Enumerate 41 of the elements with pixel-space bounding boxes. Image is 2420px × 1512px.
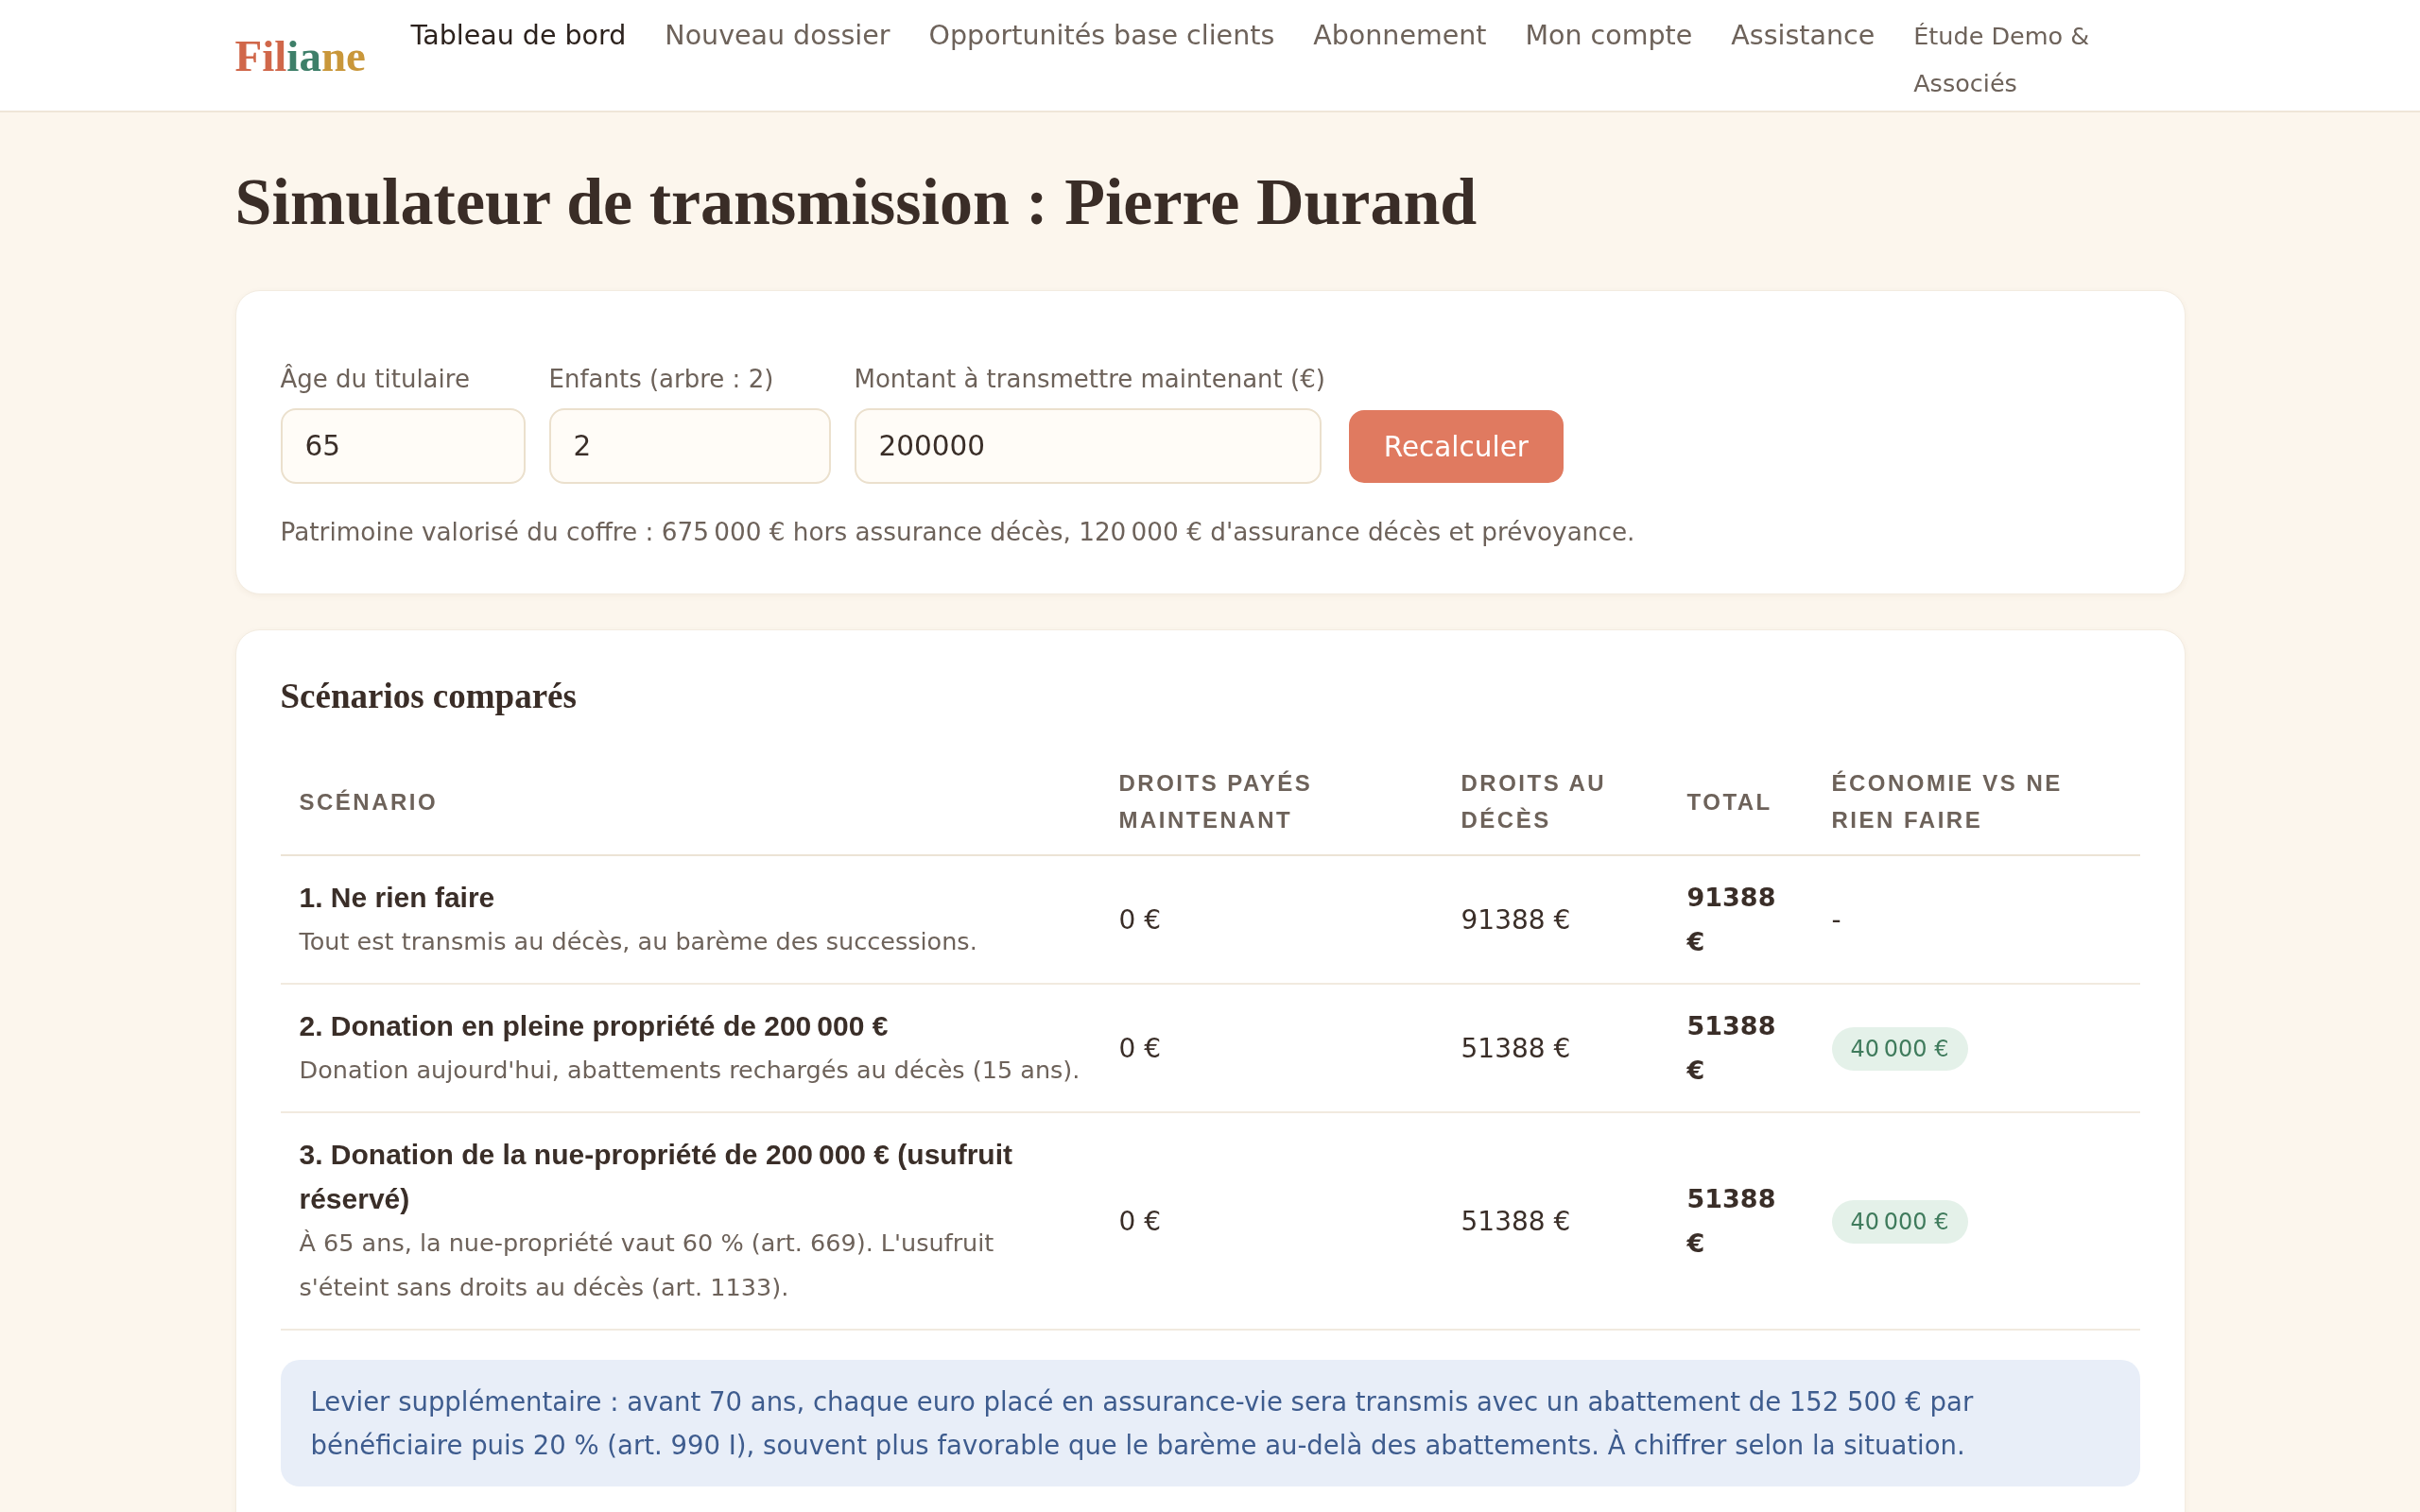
summary-text: Patrimoine valorisé du coffre : 675 000 € hors assurance décès, 120 000 € d'assurance décès et prévoyance.	[280, 517, 1636, 548]
nav-link[interactable]: Nouveau dossier	[665, 11, 890, 60]
scenario-title: 3. Donation de la nue-propriété de 200 000 € (usufruit réservé)	[299, 1138, 1013, 1216]
column-header: ÉCONOMIE VS NE RIEN FAIRE	[1812, 748, 2140, 855]
table-cell: 51388 €	[1442, 984, 1668, 1112]
field-label: Âge du titulaire	[280, 363, 471, 395]
table-cell: 51388 €	[1668, 984, 1813, 1112]
firm-name: Étude Demo & Associés	[1913, 20, 2091, 99]
logo[interactable]: Filiane	[234, 28, 372, 82]
table-cell: 91388 €	[1442, 855, 1668, 984]
table-cell: 51388 €	[1668, 1112, 1813, 1330]
scenario-title: 1. Ne rien faire	[299, 881, 496, 915]
table-cell: 51388 €	[1442, 1112, 1668, 1330]
section-title: Scénarios comparés	[280, 676, 578, 717]
input-field[interactable]: 200000	[854, 408, 1322, 484]
nav-link[interactable]: Abonnement	[1313, 11, 1487, 60]
scenario-description: Donation aujourd'hui, abattements rechargés au décès (15 ans).	[299, 1055, 1081, 1086]
savings-badge: 40 000 €	[1831, 1200, 1968, 1244]
info-note: Levier supplémentaire : avant 70 ans, chaque euro placé en assurance-vie sera transmis avec un abattement de 152 500 € par bénéficiaire puis 20 % (art. 990 I), souvent plus favorable que le barème au-delà des abattements. À chiffrer selon la situation.	[280, 1360, 2140, 1486]
column-header: TOTAL	[1668, 748, 1813, 855]
column-header: SCÉNARIO	[280, 748, 1100, 855]
nav-link[interactable]: Mon compte	[1525, 11, 1693, 60]
table-cell: -	[1812, 855, 2140, 984]
nav-link[interactable]: Assistance	[1731, 11, 1876, 60]
table-cell: 91388 €	[1668, 855, 1813, 984]
table-cell: 0 €	[1099, 855, 1443, 984]
field-label: Enfants (arbre : 2)	[548, 364, 775, 395]
table-cell: 0 €	[1099, 1112, 1443, 1330]
nav-link[interactable]: Tableau de bord	[410, 11, 627, 60]
field-label: Montant à transmettre maintenant (€)	[854, 364, 1325, 395]
column-header: DROITS AU DÉCÈS	[1442, 748, 1668, 855]
table-cell: 0 €	[1099, 984, 1443, 1112]
scenario-description: Tout est transmis au décès, au barème des successions.	[299, 926, 978, 957]
nav-link[interactable]: Opportunités base clients	[928, 11, 1275, 60]
page-title: Simulateur de transmission : Pierre Durand	[234, 164, 1478, 240]
column-header: DROITS PAYÉS MAINTENANT	[1099, 748, 1443, 855]
input-field[interactable]: 65	[280, 408, 526, 484]
scenario-title: 2. Donation en pleine propriété de 200 000 €	[299, 1009, 890, 1043]
scenario-description: À 65 ans, la nue-propriété vaut 60 % (art. 669). L'usufruit s'éteint sans droits au décès (art. 1133).	[299, 1228, 995, 1303]
input-field[interactable]: 2	[548, 408, 831, 484]
savings-badge: 40 000 €	[1831, 1027, 1968, 1071]
